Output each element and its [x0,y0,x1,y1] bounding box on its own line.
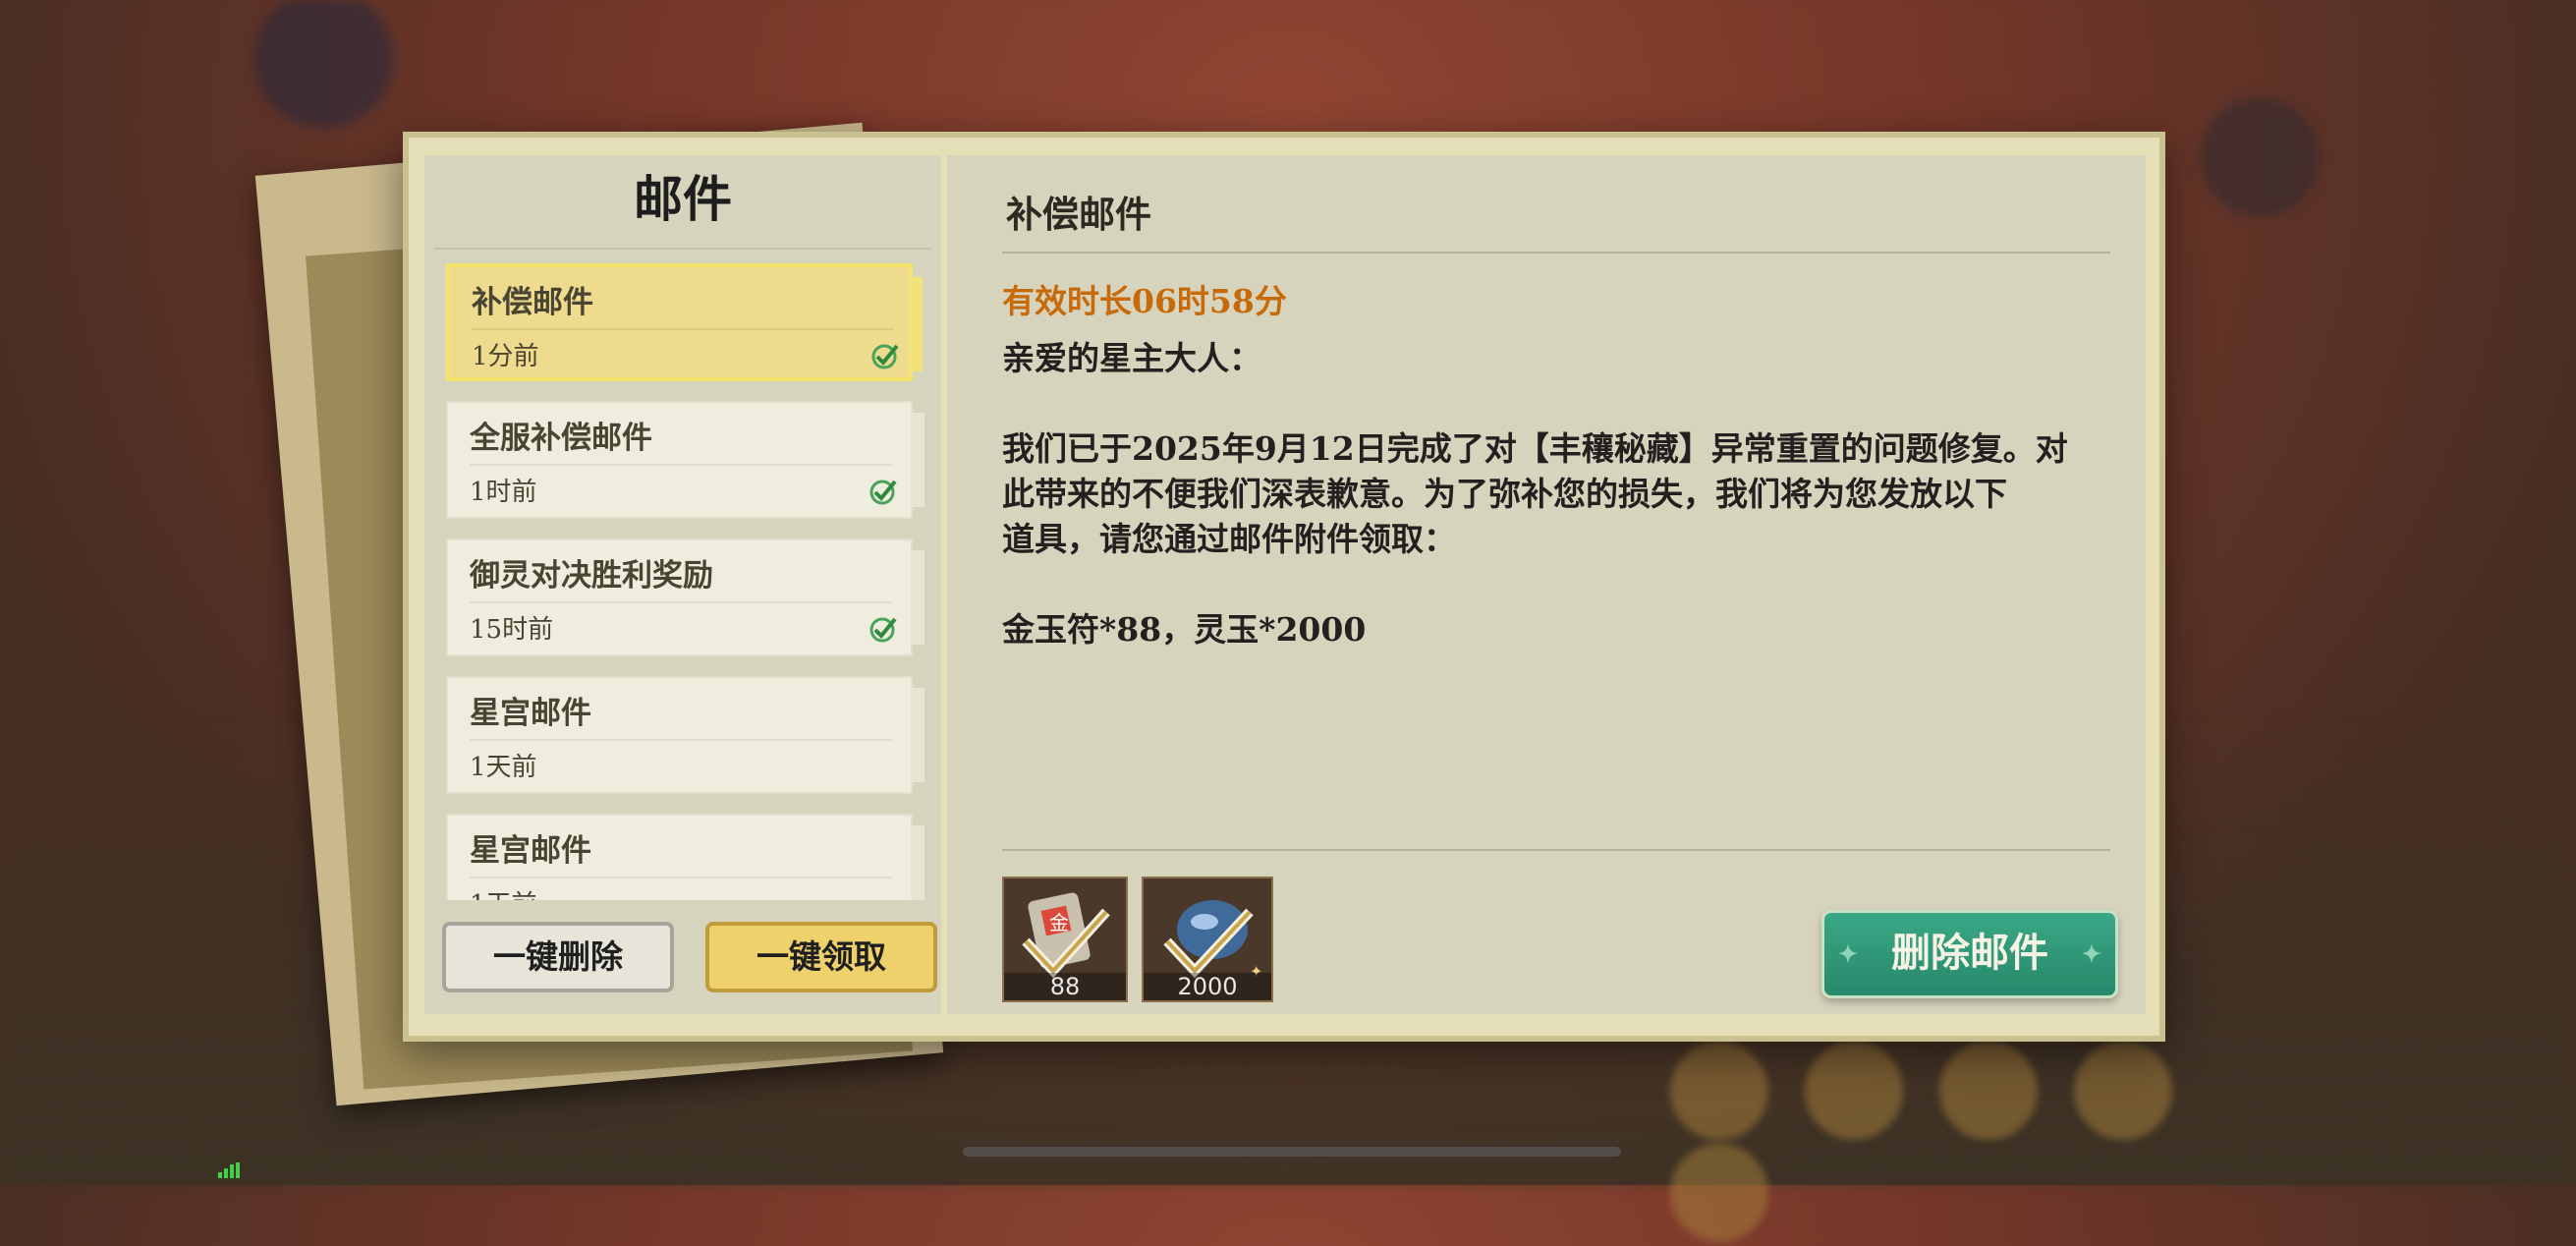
mail-time: 1时前 [470,478,537,507]
home-indicator[interactable] [963,1147,1621,1157]
claim-all-button[interactable]: 一键领取 [705,922,937,992]
body-line: 此带来的不便我们深表歉意。为了弥补您的损失，我们将为您发放以下 [1002,475,2007,513]
read-check-icon [869,480,897,505]
mail-title: 全服补偿邮件 [470,421,652,456]
mail-title: 星宫邮件 [470,696,591,731]
mail-title: 御灵对决胜利奖励 [470,558,713,594]
attachment-divider [1002,849,2110,851]
attachment-item[interactable]: 金 88 [1002,877,1128,1002]
title-divider [434,248,931,250]
attachment-count: 88 [1004,973,1126,1000]
body-line: 我们已于2025年9月12日完成了对【丰穰秘藏】异常重置的问题修复。对 [1002,429,2068,468]
greeting: 亲爱的星主大人： [1002,339,1261,377]
svg-text:金: 金 [1049,911,1069,934]
mail-item[interactable]: 星宫邮件 1天前 [446,676,924,794]
mail-time: 15时前 [470,615,554,645]
signal-icon [218,1162,240,1178]
rewards-text: 金玉符*88，灵玉*2000 [1002,610,1367,649]
mail-detail-panel: 补偿邮件 有效时长06时58分 亲爱的星主大人： 我们已于2025年9月12日完… [947,155,2146,1014]
mail-title: 星宫邮件 [470,833,591,869]
attachment-item[interactable]: ✦ 2000 [1142,877,1273,1002]
mail-subject: 补偿邮件 [1006,193,1151,236]
mail-panel-title: 邮件 [634,170,732,228]
delete-mail-label: 删除邮件 [1891,930,2048,976]
delete-all-button[interactable]: 一键删除 [442,922,674,992]
mail-body: 亲爱的星主大人： 我们已于2025年9月12日完成了对【丰穰秘藏】异常重置的问题… [1002,336,2122,652]
mail-window: 邮件 补偿邮件 1分前 全服补偿邮件 1时前 御灵对决胜利奖励 15时前 星宫邮… [403,132,2165,1042]
sparkle-icon: ✦ [1838,939,1859,968]
mail-list[interactable]: 补偿邮件 1分前 全服补偿邮件 1时前 御灵对决胜利奖励 15时前 星宫邮件 1… [436,263,935,900]
mail-item[interactable]: 星宫邮件 1天前 [446,814,924,900]
mail-list-panel: 邮件 补偿邮件 1分前 全服补偿邮件 1时前 御灵对决胜利奖励 15时前 星宫邮… [424,155,941,1014]
read-check-icon [869,617,897,643]
body-line: 道具，请您通过邮件附件领取： [1002,520,1456,558]
attachment-count: 2000 [1144,973,1271,1000]
sparkle-icon: ✦ [2081,939,2101,968]
read-check-icon [871,344,899,369]
validity-text: 有效时长06时58分 [1002,282,1287,320]
mail-time: 1天前 [470,753,537,782]
mail-time: 1天前 [470,884,537,900]
mail-item[interactable]: 全服补偿邮件 1时前 [446,401,924,519]
subject-divider [1002,252,2110,254]
delete-mail-button[interactable]: ✦ 删除邮件 ✦ [1821,910,2118,998]
background-menu-icons [1670,1042,2309,1242]
mail-time: 1分前 [472,342,539,371]
mail-title: 补偿邮件 [472,285,593,320]
mail-item[interactable]: 御灵对决胜利奖励 15时前 [446,538,924,656]
mail-item-selected[interactable]: 补偿邮件 1分前 [446,263,923,381]
